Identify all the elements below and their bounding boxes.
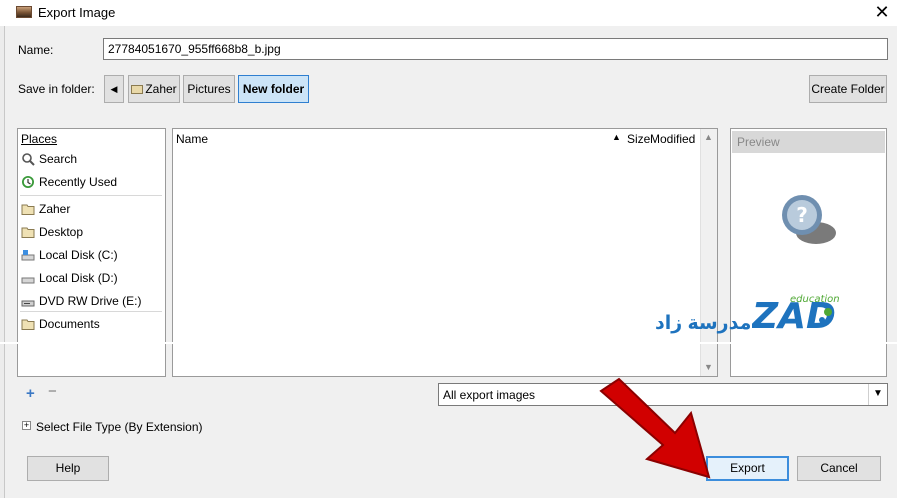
place-label: Search [39,152,78,166]
place-label: Zaher [39,202,71,216]
place-label: Desktop [39,225,84,239]
preview-header: Preview [732,131,885,153]
search-icon [22,153,35,166]
crumb-pictures[interactable]: Pictures [183,75,235,103]
file-list[interactable] [172,128,718,377]
crumb-zaher[interactable]: Zaher [128,75,180,103]
crumb-label: Zaher [145,82,177,96]
place-zaher[interactable]: Zaher [21,199,70,219]
crumb-back-button[interactable]: ◀ [104,75,124,103]
scroll-down-icon[interactable]: ▼ [700,359,717,376]
logo-sub: education [790,294,840,305]
column-header-modified[interactable]: Modified [650,132,695,146]
create-folder-button[interactable]: Create Folder [809,75,887,103]
name-input[interactable] [103,38,888,60]
place-recently-used[interactable]: Recently Used [21,172,117,192]
column-header-name[interactable]: Name [176,132,208,146]
window-title: Export Image [38,5,116,20]
place-label: Documents [39,317,100,331]
places-divider [20,195,162,196]
column-header-size[interactable]: Size [627,132,650,146]
remove-bookmark-button[interactable]: − [48,383,57,400]
crumb-new-folder[interactable]: New folder [238,75,309,103]
folder-icon [21,204,35,215]
places-header: Places [21,132,58,146]
select-file-type-expander[interactable]: Select File Type (By Extension) [36,420,203,434]
school-watermark-text: مدرسة زاد [655,313,752,334]
folder-icon [21,319,35,330]
gimp-question-icon: ? [782,195,836,244]
expand-toggle-icon[interactable]: + [22,421,31,430]
folder-icon [21,227,35,238]
background-window-edge [0,26,5,498]
place-desktop[interactable]: Desktop [21,222,83,242]
place-documents[interactable]: Documents [21,314,100,334]
red-arrow-annotation [599,377,711,479]
place-label: DVD RW Drive (E:) [39,294,142,308]
add-bookmark-button[interactable]: + [26,385,35,402]
watermark-line [0,342,897,344]
zad-logo-icon: ZAD education [752,294,840,336]
place-dvd-rw-drive[interactable]: DVD RW Drive (E:) [21,291,141,311]
help-button[interactable]: Help [27,456,109,481]
svg-text:?: ? [796,203,808,227]
preview-panel [730,128,887,377]
place-search[interactable]: Search [21,149,77,169]
gimp-image-icon [16,6,32,18]
chevron-down-icon[interactable]: ▼ [868,384,887,405]
scroll-up-icon[interactable]: ▲ [700,129,717,146]
cancel-button[interactable]: Cancel [797,456,881,481]
sort-ascending-icon: ▲ [612,132,621,142]
file-list-scrollbar[interactable] [700,129,717,376]
places-divider [20,311,162,312]
folder-icon [131,85,144,94]
name-label: Name: [18,43,54,57]
drive-icon [21,277,35,284]
place-label: Recently Used [39,175,118,189]
close-icon[interactable]: ✕ [872,1,892,23]
place-label: Local Disk (D:) [39,271,118,285]
save-in-folder-label: Save in folder: [18,82,95,96]
place-local-disk-d[interactable]: Local Disk (D:) [21,268,118,288]
title-bar [0,0,897,26]
dvd-icon [21,300,35,307]
clock-icon [22,176,34,188]
drive-icon [21,250,35,261]
place-local-disk-c[interactable]: Local Disk (C:) [21,245,118,265]
place-label: Local Disk (C:) [39,248,118,262]
